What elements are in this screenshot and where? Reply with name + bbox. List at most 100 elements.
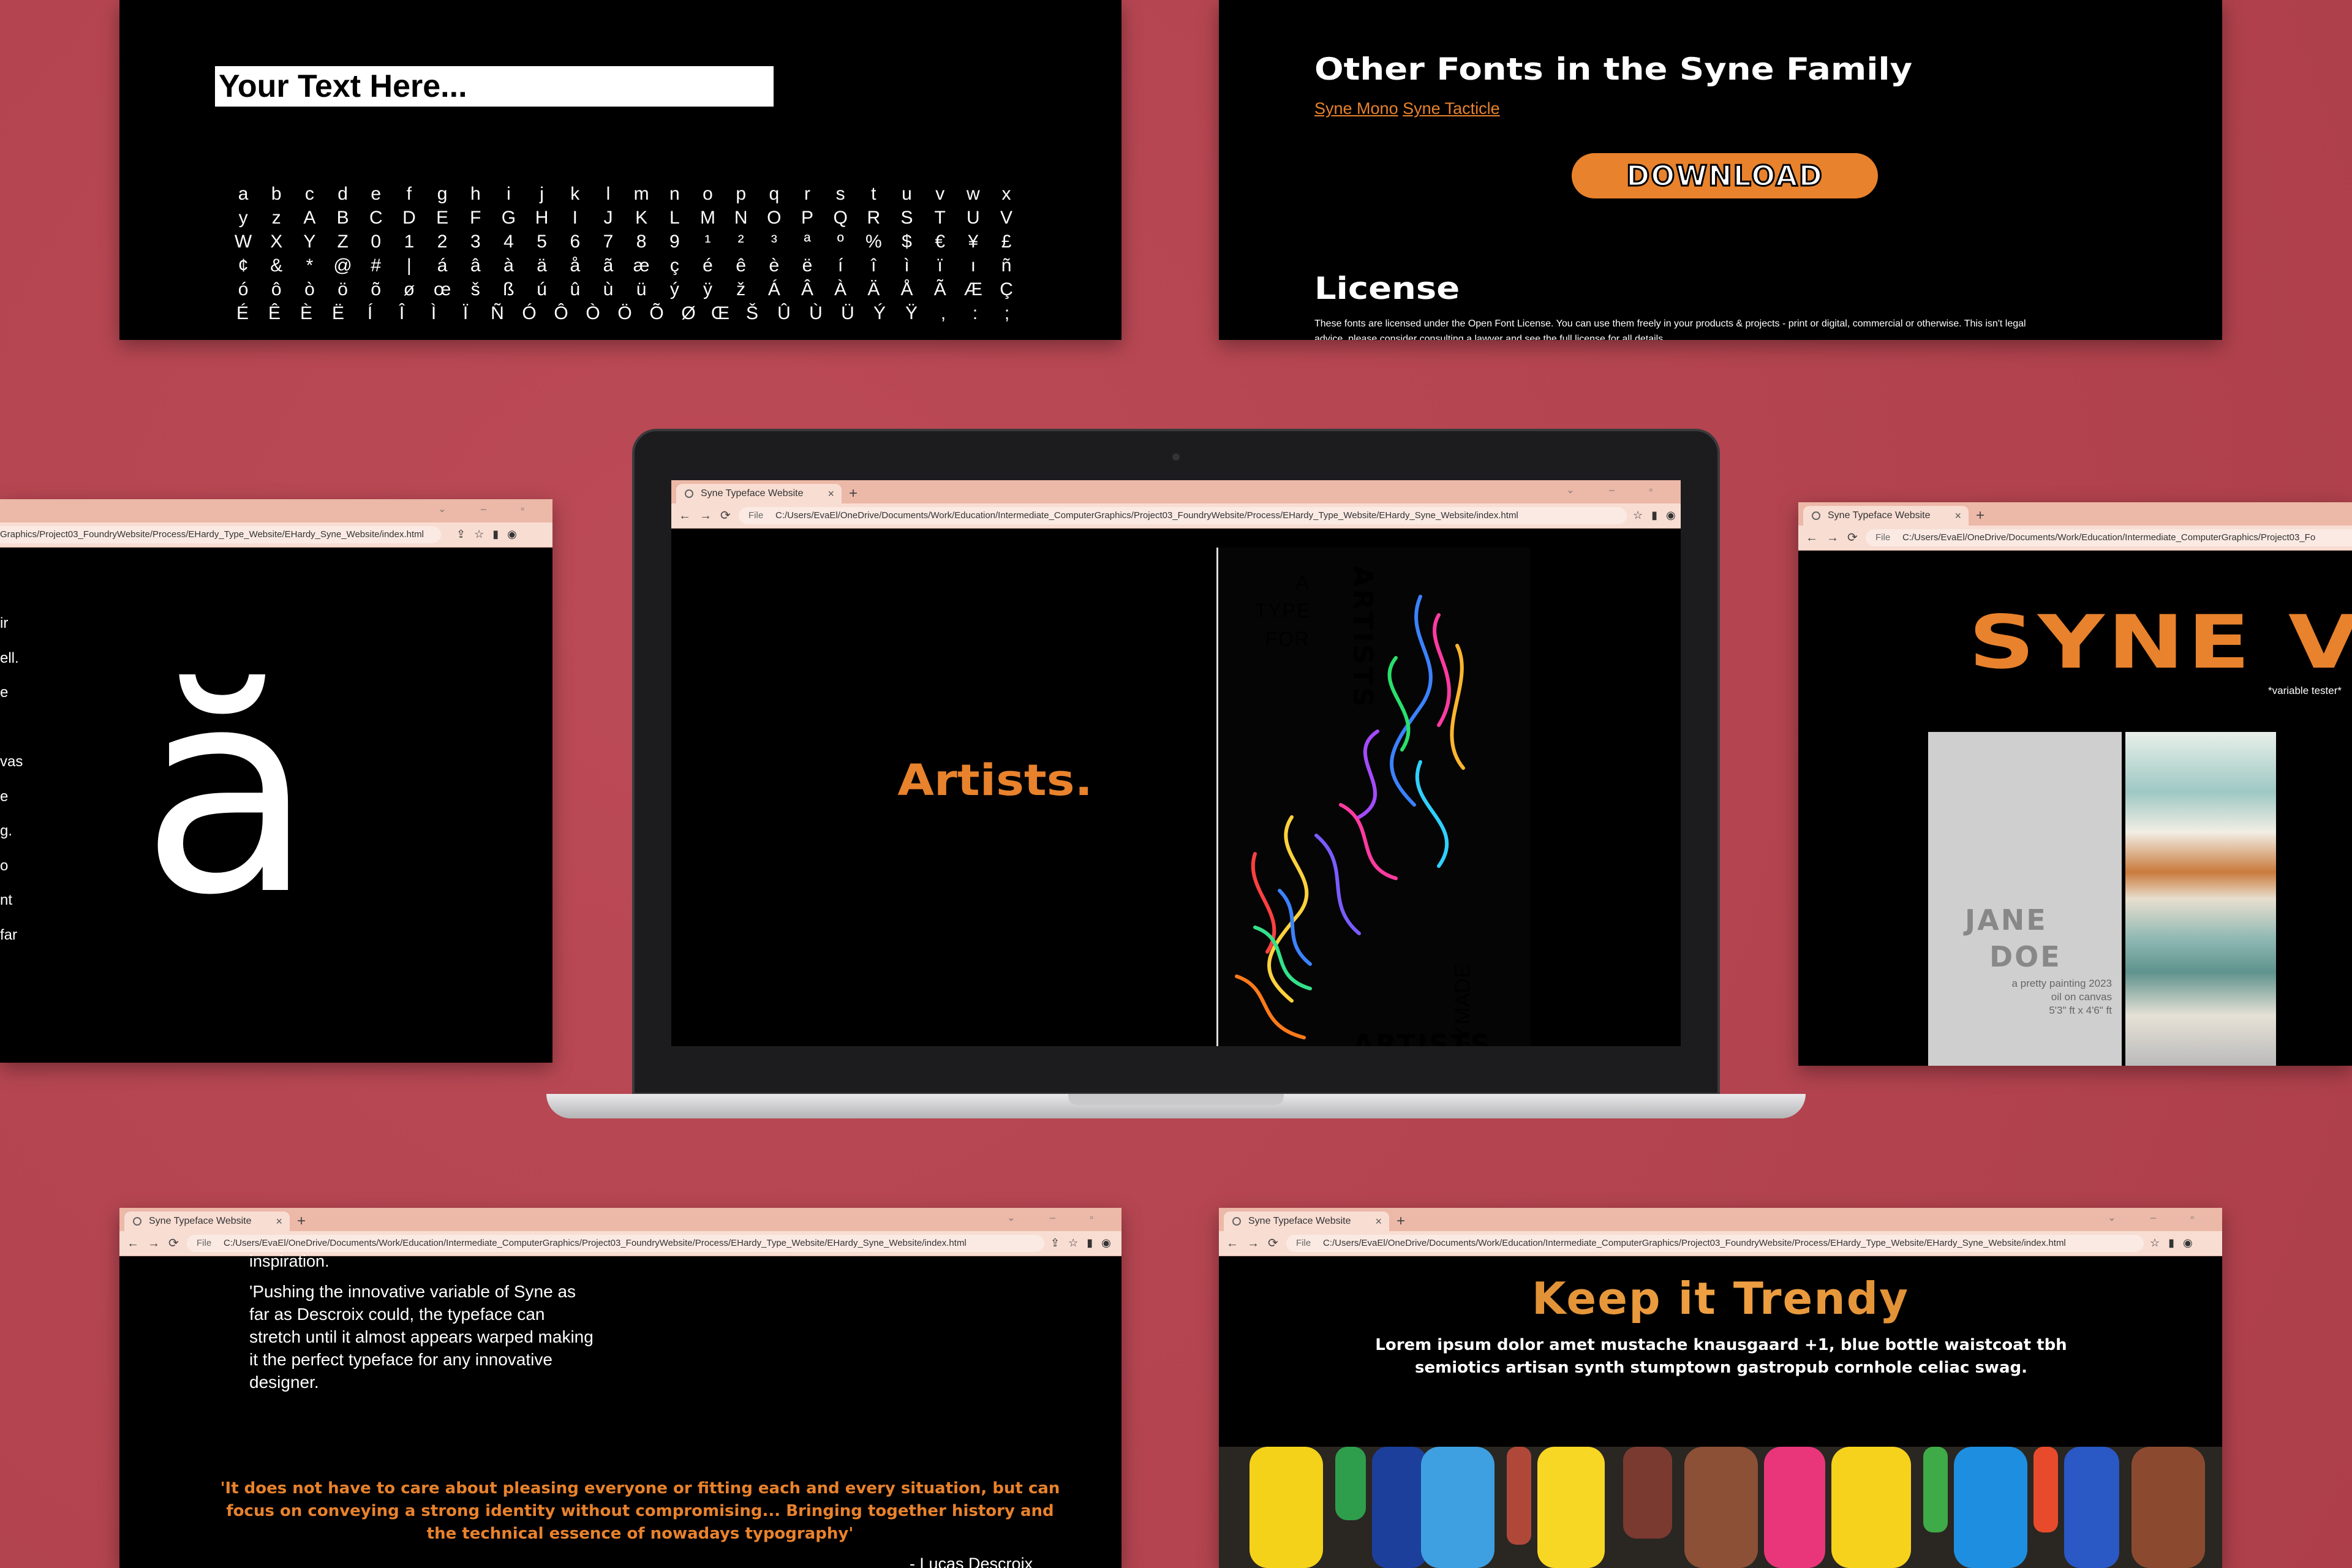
large-glyph: ă xyxy=(141,629,314,957)
glyph-row: a b c d e f g h i j k l mn o p q r s t u v w x xyxy=(227,184,1023,208)
glyph-cell: Û xyxy=(777,303,791,323)
new-tab-icon[interactable]: + xyxy=(1976,507,1985,524)
glyph-cell: D xyxy=(402,208,416,228)
glyph-grid: a b c d e f g h i j k l mn o p q r s t u v w x y z ABCDE FGH I J K LMN… xyxy=(227,184,1023,327)
glyph-cell: Q xyxy=(833,208,848,228)
laptop-screen: Syne Typeface Website × + ⌄ – ▫ ←→⟳ File… xyxy=(671,480,1681,1046)
glyph-cell: r xyxy=(804,184,810,204)
glyph-cell: û xyxy=(570,279,581,300)
url-field[interactable]: File C:/Users/EvaEl/OneDrive/Documents/W… xyxy=(187,1235,1044,1252)
tab-strip: Syne Typeface Website × + xyxy=(1798,502,2352,526)
toolbar-icons[interactable]: ⇪☆▮◉ xyxy=(456,528,526,541)
toolbar-icons[interactable]: ☆▮◉ xyxy=(1633,509,1681,522)
glyph-cell: j xyxy=(540,184,544,204)
glyph-cell: $ xyxy=(902,232,912,252)
globe-icon xyxy=(133,1217,141,1226)
close-tab-icon[interactable]: × xyxy=(827,484,834,503)
glyph-cell: õ xyxy=(371,279,382,300)
nav-buttons[interactable]: ←→⟳ xyxy=(127,1235,187,1251)
globe-icon xyxy=(1812,511,1820,520)
glyph-cell: z xyxy=(271,208,281,228)
glyph-cell: b xyxy=(271,184,282,204)
new-tab-icon[interactable]: + xyxy=(1396,1213,1405,1230)
glyph-cell: | xyxy=(407,255,412,276)
descroix-quote: 'It does not have to care about pleasing… xyxy=(220,1479,1060,1543)
close-tab-icon[interactable]: × xyxy=(1954,506,1961,526)
window-controls[interactable]: ⌄ – ▫ xyxy=(438,503,540,515)
glyph-cell: M xyxy=(699,208,715,228)
browser-tab[interactable]: Syne Typeface Website × xyxy=(1803,506,1969,526)
glyph-cell: ž xyxy=(736,279,746,300)
glyph-cell: é xyxy=(703,255,713,276)
tab-strip: ⌄ – ▫ xyxy=(0,499,552,522)
glyph-row: W X Y Z 0 1 2 3 4 5 6 7 8 9 ¹ ² ³ ª º% $ € ¥ £ xyxy=(227,232,1023,255)
glyph-cell: l xyxy=(606,184,611,204)
glyph-cell: ã xyxy=(603,255,614,276)
side-fragment: ell. xyxy=(0,649,19,666)
file-label: File xyxy=(197,1238,212,1248)
poster-small-text: A TYPE FOR xyxy=(1255,571,1311,650)
toolbar-icons[interactable]: ☆▮◉ xyxy=(2150,1237,2201,1250)
new-tab-icon[interactable]: + xyxy=(849,485,858,502)
glyph-cell: œ xyxy=(433,279,451,300)
glyph-cell: H xyxy=(535,208,549,228)
glyph-cell: 2 xyxy=(437,232,448,252)
glyph-cell: â xyxy=(470,255,481,276)
syne-mono-link[interactable]: Syne Mono xyxy=(1314,99,1398,118)
glyph-cell: É xyxy=(236,303,249,323)
address-bar: ←→⟳ File C:/Users/EvaEl/OneDrive/Documen… xyxy=(1219,1231,2222,1256)
url-field[interactable]: File C:/Users/EvaEl/OneDrive/Documents/W… xyxy=(1866,529,2352,546)
nav-buttons[interactable]: ←→⟳ xyxy=(679,508,739,523)
glyph-cell: S xyxy=(900,208,913,228)
glyph-cell: ³ xyxy=(771,232,777,252)
nav-buttons[interactable]: ←→⟳ xyxy=(1806,530,1866,545)
glyph-cell: p xyxy=(736,184,746,204)
window-controls[interactable]: ⌄ – ▫ xyxy=(1007,1212,1109,1224)
glyph-cell: E xyxy=(436,208,449,228)
glyph-cell: Ç xyxy=(1000,279,1013,300)
glyph-cell: B xyxy=(336,208,349,228)
address-bar: Graphics/Project03_FoundryWebsite/Proces… xyxy=(0,522,552,548)
side-fragment: e xyxy=(0,788,9,805)
glyph-cell: Ä xyxy=(867,279,880,300)
download-button[interactable]: DOWNLOAD xyxy=(1572,153,1878,198)
glyph-cell: å xyxy=(570,255,581,276)
glyph-cell: È xyxy=(300,303,312,323)
glyph-cell: Ê xyxy=(268,303,281,323)
glyph-cell: Z xyxy=(337,232,349,252)
glyph-cell: K xyxy=(635,208,648,228)
tester-input[interactable]: Your Text Here... xyxy=(215,66,774,107)
glyph-cell: ÿ xyxy=(703,279,712,300)
glyph-cell: ý xyxy=(669,279,679,300)
window-controls[interactable]: ⌄ – ▫ xyxy=(2108,1212,2210,1224)
poster-name-jane: JANE xyxy=(1965,903,2048,937)
glyph-cell: Ë xyxy=(331,303,344,323)
url-field[interactable]: File C:/Users/EvaEl/OneDrive/Documents/W… xyxy=(739,507,1627,524)
glyph-cell: Õ xyxy=(649,303,664,323)
close-tab-icon[interactable]: × xyxy=(1375,1212,1382,1231)
toolbar-icons[interactable]: ⇪☆▮◉ xyxy=(1050,1237,1120,1250)
glyph-cell: & xyxy=(270,255,283,276)
browser-tab[interactable]: Syne Typeface Website × xyxy=(1224,1212,1389,1231)
glyph-cell: ò xyxy=(304,279,315,300)
browser-tab[interactable]: Syne Typeface Website × xyxy=(676,484,842,503)
glyph-cell: ñ xyxy=(1001,255,1012,276)
close-tab-icon[interactable]: × xyxy=(276,1212,282,1231)
glyph-cell: ê xyxy=(736,255,746,276)
glyph-cell: w xyxy=(967,184,980,204)
glyph-cell: 1 xyxy=(404,232,415,252)
url-field[interactable]: File C:/Users/EvaEl/OneDrive/Documents/W… xyxy=(1286,1235,2144,1252)
glyph-cell: 7 xyxy=(603,232,614,252)
syne-tactile-link[interactable]: Syne Tacticle xyxy=(1403,99,1500,118)
browser-tab[interactable]: Syne Typeface Website × xyxy=(124,1212,290,1231)
window-controls[interactable]: ⌄ – ▫ xyxy=(1566,484,1668,496)
url-field[interactable]: Graphics/Project03_FoundryWebsite/Proces… xyxy=(0,526,441,543)
side-fragment: nt xyxy=(0,892,13,908)
glyph-cell: W xyxy=(234,232,252,252)
glyph-cell: š xyxy=(470,279,480,300)
glyph-cell: Ö xyxy=(617,303,632,323)
new-tab-icon[interactable]: + xyxy=(297,1213,306,1230)
side-fragment: ir xyxy=(0,615,9,631)
nav-buttons[interactable]: ←→⟳ xyxy=(1226,1235,1287,1251)
glyph-cell: ø xyxy=(403,279,415,300)
